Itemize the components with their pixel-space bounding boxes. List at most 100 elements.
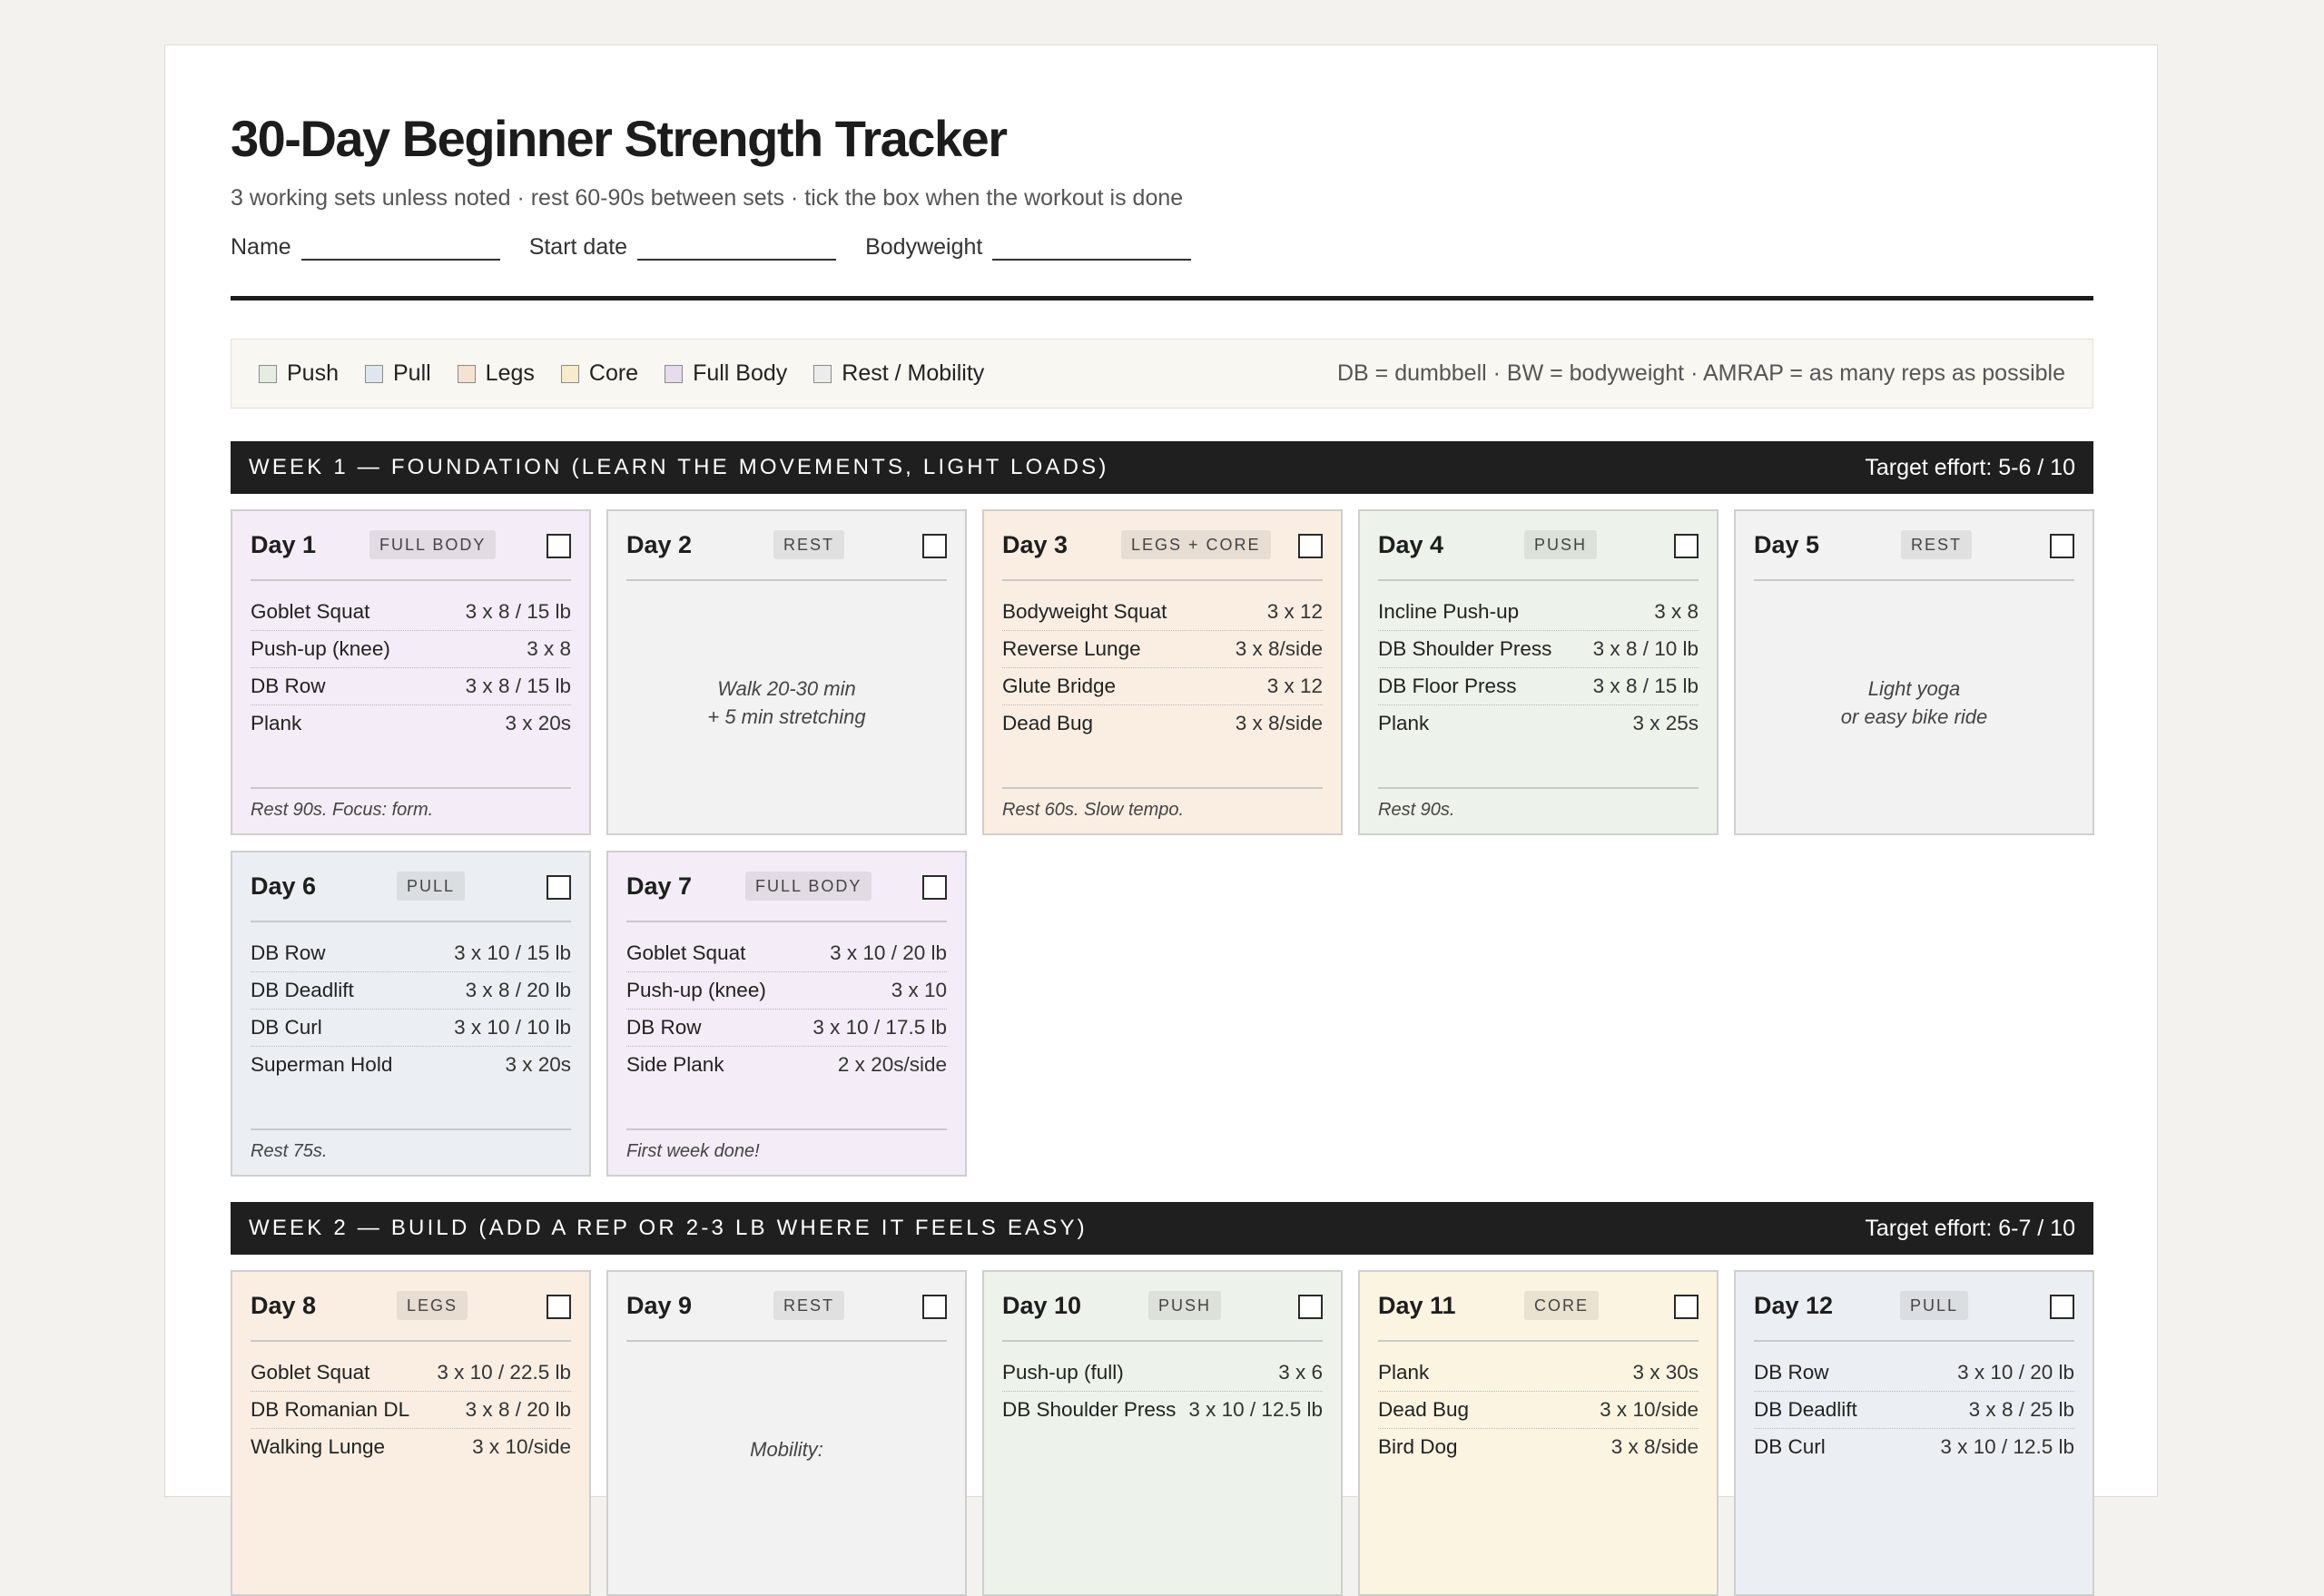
legend-label-full-body: Full Body [693,360,788,386]
day-1-header: Day 1 FULL BODY [251,511,571,581]
exercise-row: Superman Hold 3 x 20s [251,1047,571,1083]
exercise-name: DB Shoulder Press [1378,637,1552,660]
completed-checkbox[interactable] [547,1295,571,1319]
rest-activity: Light yoga or easy bike ride [1736,675,2093,731]
exercise-row: Dead Bug 3 x 10/side [1378,1392,1699,1429]
legend-label-pull: Pull [392,360,431,386]
completed-checkbox[interactable] [2050,534,2074,558]
exercise-scheme: 3 x 12 [1266,600,1323,623]
exercise-list: Goblet Squat 3 x 8 / 15 lb Push-up (knee) 3… [251,594,571,742]
exercise-scheme: 3 x 8 / 15 lb [465,600,571,623]
day-2-card: Day 2 REST Walk 20-30 min + 5 min stretchin… [606,509,967,835]
exercise-row: Push-up (full) 3 x 6 [1002,1355,1323,1392]
legend-label-core: Core [588,360,639,386]
day-9-card: Day 9 REST Mobility: [606,1270,967,1596]
completed-checkbox[interactable] [547,534,571,558]
tracker-sheet: 30-Day Beginner Strength Tracker 3 worki… [164,44,2158,1596]
name-field-line[interactable] [300,237,500,261]
exercise-scheme: 3 x 20s [505,1053,571,1076]
exercise-row: Reverse Lunge 3 x 8/side [1002,631,1323,668]
completed-checkbox[interactable] [1298,1295,1323,1319]
exercise-scheme: 2 x 20s/side [837,1053,947,1076]
day-label: Day 6 [251,872,317,900]
bodyweight-field[interactable]: Bodyweight [865,234,1192,261]
legend-bar: Push Pull Legs Core Full Body Rest / Mob… [231,339,2093,409]
legend-item-legs: Legs [457,360,535,387]
exercise-name: DB Row [251,675,326,697]
workout-type-badge: FULL BODY [745,872,872,901]
week-1-header: WEEK 1 — FOUNDATION (LEARN THE MOVEMENTS… [231,441,2093,494]
exercise-scheme: 3 x 8 [527,637,571,660]
exercise-name: Bodyweight Squat [1002,600,1167,623]
day-label: Day 1 [251,531,317,558]
exercise-scheme: 3 x 10 / 20 lb [1957,1361,2074,1384]
day-7-header: Day 7 FULL BODY [626,852,947,922]
legend-item-core: Core [560,360,639,387]
exercise-scheme: 3 x 8/side [1235,712,1323,734]
legend-swatch-rest-mobility [813,364,832,383]
exercise-scheme: 3 x 8 / 20 lb [465,1398,571,1421]
start-date-field-label: Start date [528,234,628,260]
exercise-name: Plank [1378,1361,1430,1384]
exercise-name: Plank [251,712,302,734]
exercise-row: Goblet Squat 3 x 10 / 22.5 lb [251,1355,571,1392]
start-date-field[interactable]: Start date [528,234,837,261]
completed-checkbox[interactable] [922,1295,947,1319]
bodyweight-field-line[interactable] [992,237,1192,261]
card-note: Rest 90s. [1378,787,1699,821]
rest-activity-line: Light yoga [1867,677,1961,700]
exercise-row: DB Shoulder Press 3 x 8 / 10 lb [1378,631,1699,668]
rest-activity-line: or easy bike ride [1840,705,1988,728]
completed-checkbox[interactable] [1674,534,1699,558]
day-5-header: Day 5 REST [1754,511,2074,581]
day-label: Day 12 [1754,1292,1834,1319]
day-label: Day 11 [1378,1292,1456,1319]
week-1-title: WEEK 1 — FOUNDATION (LEARN THE MOVEMENTS… [249,455,1109,479]
exercise-scheme: 3 x 8/side [1235,637,1323,660]
exercise-row: DB Curl 3 x 10 / 12.5 lb [1754,1429,2074,1465]
exercise-scheme: 3 x 30s [1632,1361,1699,1384]
completed-checkbox[interactable] [547,875,571,900]
completed-checkbox[interactable] [1674,1295,1699,1319]
exercise-row: DB Romanian DL 3 x 8 / 20 lb [251,1392,571,1429]
exercise-scheme: 3 x 10 / 20 lb [830,941,947,964]
completed-checkbox[interactable] [1298,534,1323,558]
legend-item-full-body: Full Body [665,360,787,387]
completed-checkbox[interactable] [922,875,947,900]
exercise-name: Dead Bug [1002,712,1094,734]
exercise-scheme: 3 x 12 [1266,675,1323,697]
workout-type-badge: REST [773,1291,845,1320]
completed-checkbox[interactable] [2050,1295,2074,1319]
exercise-name: Push-up (full) [1002,1361,1124,1384]
exercise-list: Bodyweight Squat 3 x 12 Reverse Lunge 3 x 8… [1002,594,1323,742]
exercise-list: DB Row 3 x 10 / 20 lb DB Deadlift 3 x 8 / 2… [1754,1355,2074,1465]
day-label: Day 7 [626,872,693,900]
completed-checkbox[interactable] [922,534,947,558]
name-field[interactable]: Name [231,234,500,261]
exercise-row: Side Plank 2 x 20s/side [626,1047,947,1083]
exercise-row: DB Deadlift 3 x 8 / 20 lb [251,972,571,1010]
exercise-scheme: 3 x 25s [1632,712,1699,734]
week-2-header: WEEK 2 — BUILD (ADD A REP OR 2-3 LB WHER… [231,1202,2093,1255]
exercise-scheme: 3 x 10 / 12.5 lb [1940,1435,2074,1458]
workout-type-badge: REST [773,530,845,559]
exercise-name: DB Romanian DL [251,1398,410,1421]
exercise-name: DB Row [1754,1361,1829,1384]
workout-type-badge: PULL [397,872,466,901]
exercise-scheme: 3 x 8 / 20 lb [465,979,571,1001]
exercise-list: Incline Push-up 3 x 8 DB Shoulder Press 3 x… [1378,594,1699,742]
legend-items: Push Pull Legs Core Full Body Rest / Mob… [259,360,1010,387]
exercise-scheme: 3 x 8 [1654,600,1699,623]
workout-type-badge: FULL BODY [369,530,497,559]
exercise-name: DB Curl [251,1016,322,1039]
start-date-field-line[interactable] [637,237,837,261]
day-label: Day 8 [251,1292,317,1319]
exercise-name: Bird Dog [1378,1435,1458,1458]
card-note: Rest 60s. Slow tempo. [1002,787,1323,821]
exercise-name: DB Curl [1754,1435,1826,1458]
exercise-name: DB Row [626,1016,702,1039]
day-6-card: Day 6 PULL DB Row 3 x 10 / 15 lb DB Deadlift… [231,851,591,1177]
day-label: Day 2 [626,531,693,558]
exercise-scheme: 3 x 10/side [1600,1398,1699,1421]
exercise-row: DB Row 3 x 8 / 15 lb [251,668,571,705]
